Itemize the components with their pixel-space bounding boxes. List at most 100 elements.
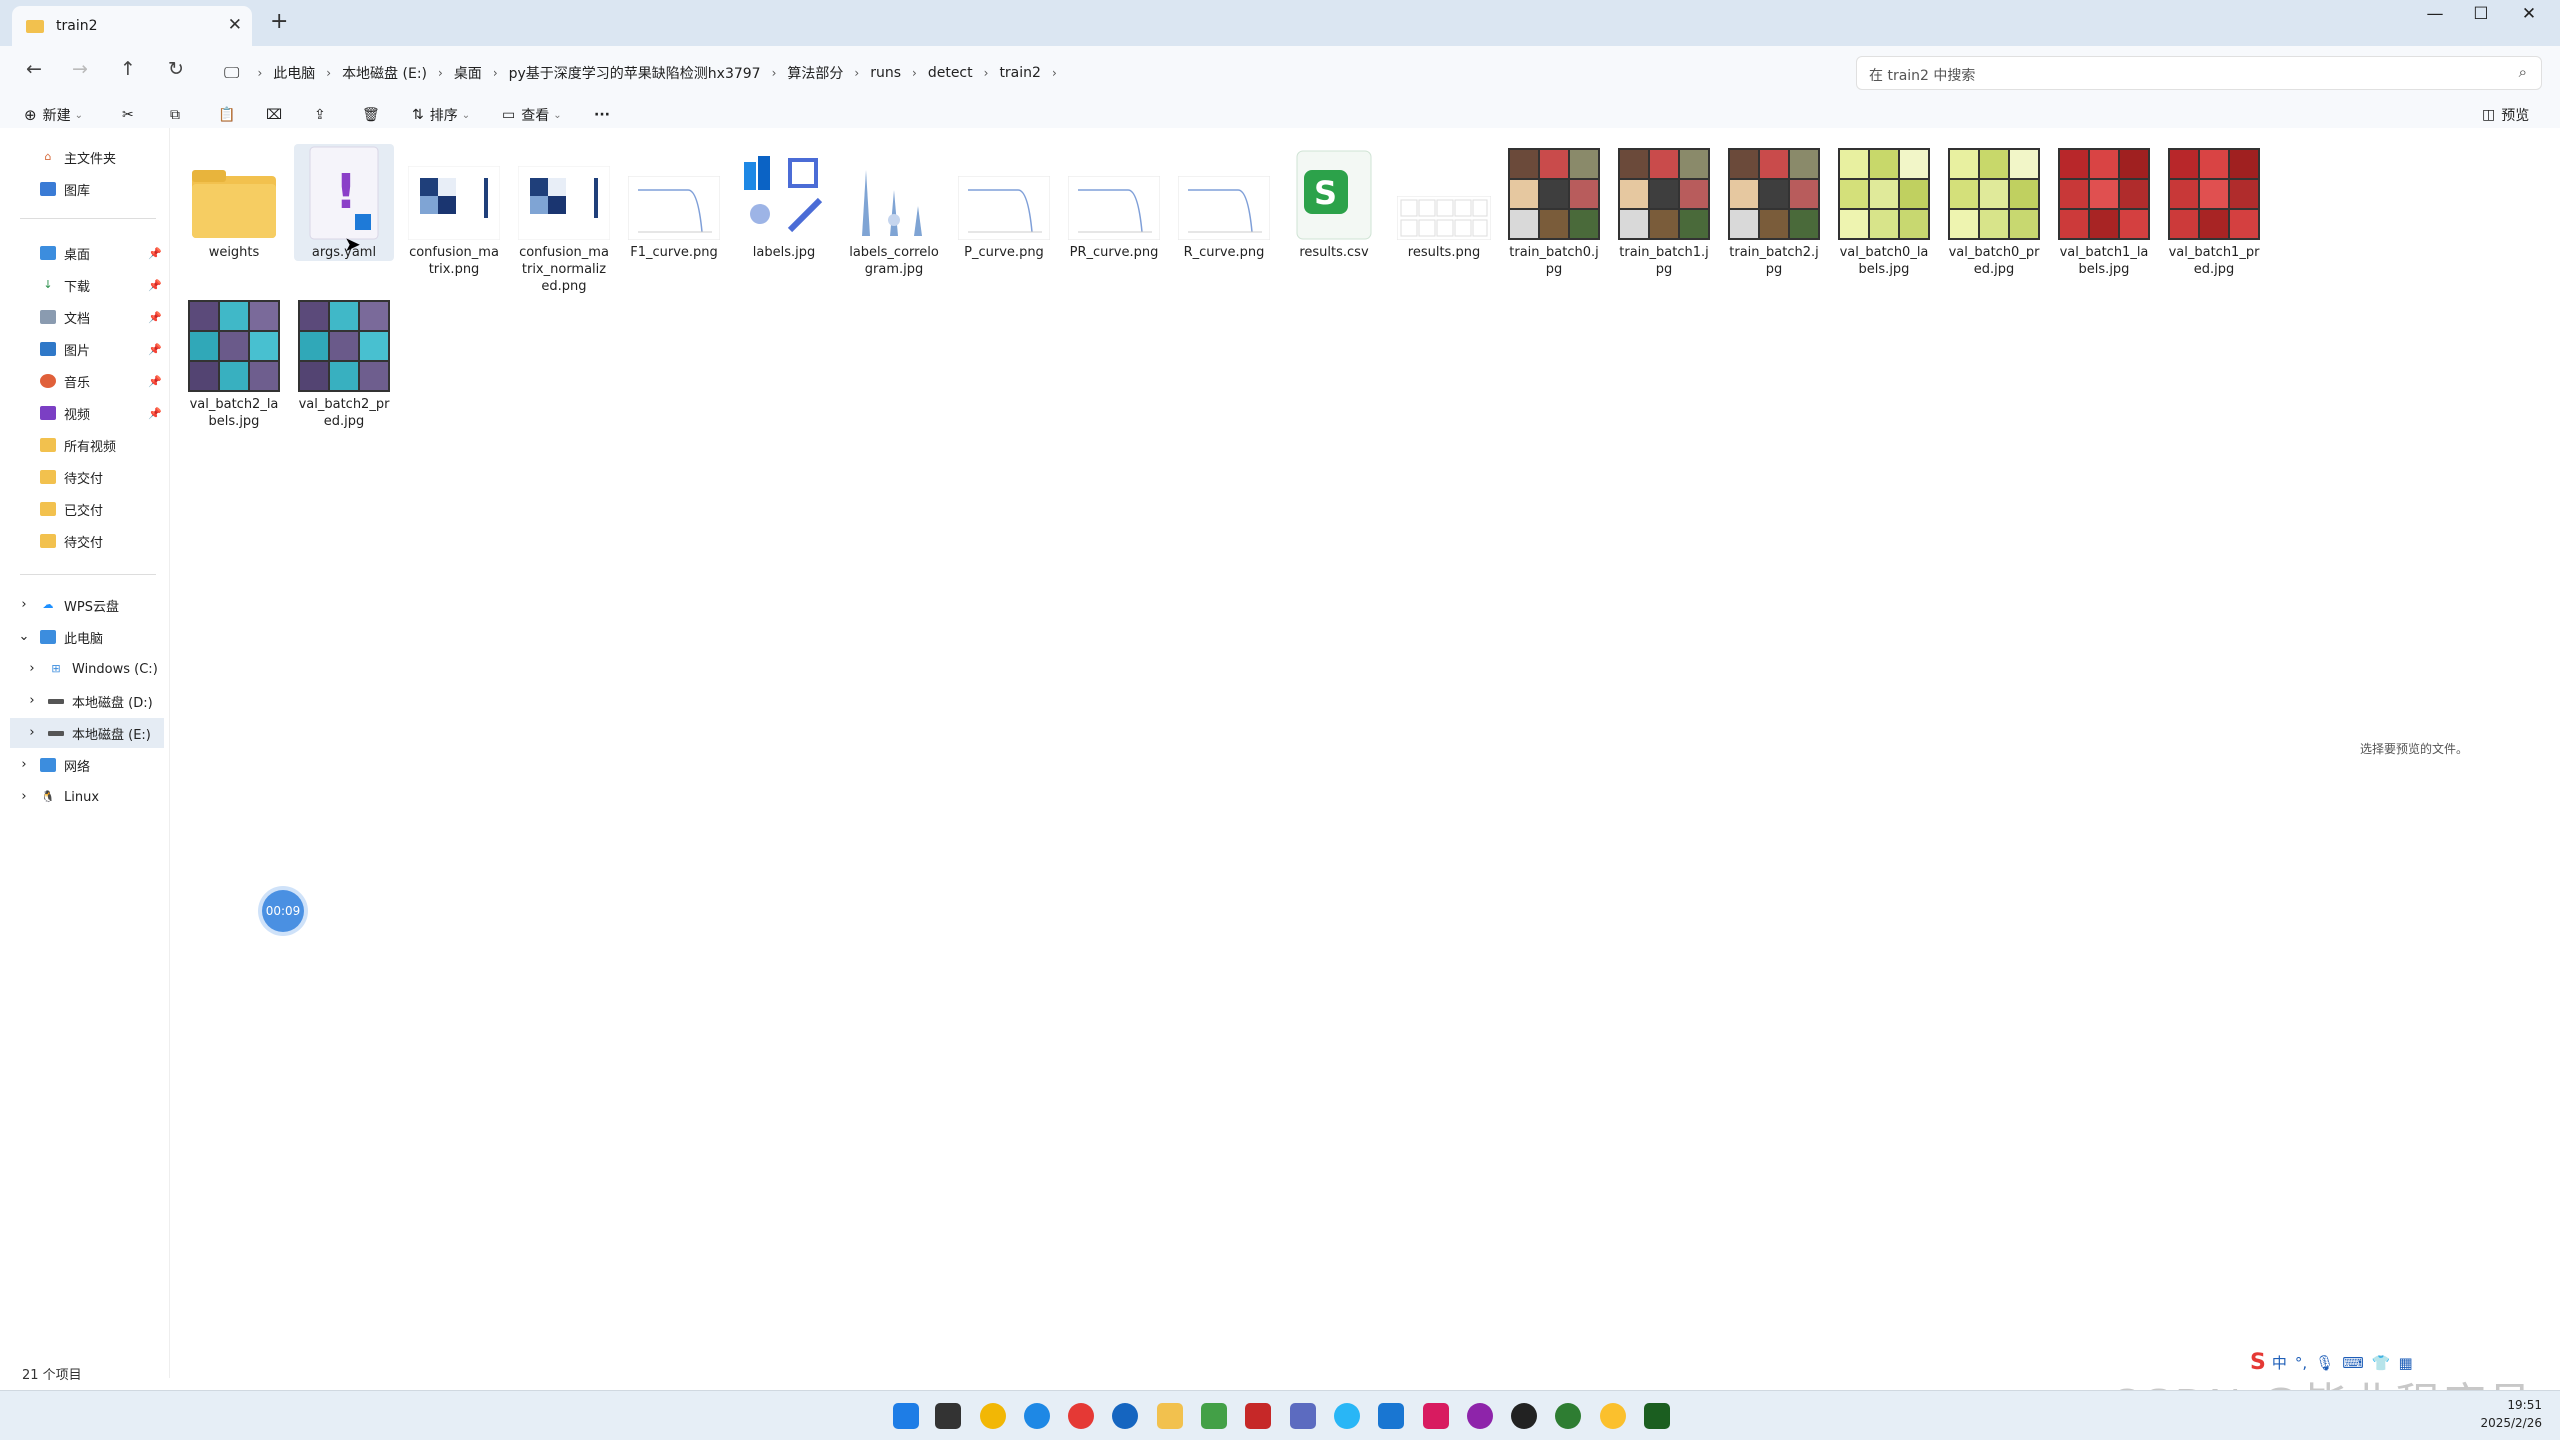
app-icon[interactable] [1555,1403,1581,1429]
sidebar-item-music[interactable]: 音乐 📌 [40,368,170,394]
pin-icon[interactable]: 📌 [148,407,162,420]
share-icon[interactable]: ⇪ [314,102,326,128]
file-item[interactable]: val_batch0_pred.jpg [1944,144,2044,278]
forward-arrow-icon[interactable]: → [72,58,88,80]
app-icon[interactable] [1290,1403,1316,1429]
crumb-desktop[interactable]: 桌面 [454,63,482,83]
file-item[interactable]: weights [184,144,284,261]
browser-icon[interactable] [1112,1403,1138,1429]
sidebar-item-all-videos[interactable]: 所有视频 [40,432,116,458]
chevron-right-icon[interactable]: › [18,598,30,612]
breadcrumb[interactable]: 🖵 › 此电脑 › 本地磁盘 (E:) › 桌面 › py基于深度学习的苹果缺陷… [214,56,1852,90]
app-icon[interactable] [1467,1403,1493,1429]
file-item[interactable]: val_batch1_labels.jpg [2054,144,2154,278]
chevron-right-icon[interactable]: › [26,662,38,676]
tab-train2[interactable]: train2 ✕ [12,6,252,46]
file-item[interactable]: F1_curve.png [624,144,724,261]
delete-icon[interactable]: 🗑 [362,102,380,128]
pin-icon[interactable]: 📌 [148,247,162,260]
file-item[interactable]: PR_curve.png [1064,144,1164,261]
file-item[interactable]: train_batch1.jpg [1614,144,1714,278]
sidebar-item-delivered[interactable]: 已交付 [40,496,103,522]
sidebar-item-drive-e[interactable]: › 本地磁盘 (E:) [26,720,150,746]
app-icon[interactable] [1600,1403,1626,1429]
sidebar-item-linux[interactable]: › 🐧 Linux [18,784,99,810]
new-tab-button[interactable]: + [270,9,288,34]
sidebar-item-drive-d[interactable]: › 本地磁盘 (D:) [26,688,152,714]
sidebar-item-videos[interactable]: 视频 📌 [40,400,170,426]
cut-icon[interactable]: ✂ [122,102,134,128]
recorder-timer[interactable]: 00:09 [262,890,304,932]
rename-icon[interactable]: ⌧ [266,102,282,128]
sidebar-item-pending-2[interactable]: 待交付 [40,528,103,554]
file-item[interactable]: train_batch0.jpg [1504,144,1604,278]
wechat-icon[interactable] [1201,1403,1227,1429]
minimize-button[interactable]: — [2420,4,2450,24]
file-item[interactable]: results.png [1394,144,1494,261]
crumb-this-pc[interactable]: 此电脑 [273,63,315,83]
back-arrow-icon[interactable]: ← [26,58,42,80]
file-item[interactable]: val_batch2_labels.jpg [184,296,284,430]
more-options-button[interactable]: ··· [594,102,610,128]
sidebar-item-this-pc[interactable]: ⌄ 此电脑 [18,624,103,650]
sidebar-item-home[interactable]: ⌂ 主文件夹 [40,144,117,170]
close-window-button[interactable]: ✕ [2514,4,2544,24]
app-icon[interactable] [1334,1403,1360,1429]
start-windows-icon[interactable] [893,1403,919,1429]
up-arrow-icon[interactable]: ↑ [120,58,136,80]
file-explorer-icon[interactable] [1157,1403,1183,1429]
file-item[interactable]: Sresults.csv [1284,144,1384,261]
chrome-browser-icon[interactable] [1068,1403,1094,1429]
sidebar-item-pictures[interactable]: 图片 📌 [40,336,170,362]
chevron-right-icon[interactable]: › [26,726,38,740]
search-box[interactable]: 在 train2 中搜索 ⌕ [1856,56,2542,90]
sidebar-item-gallery[interactable]: 图库 [40,176,90,202]
crumb-drive-e[interactable]: 本地磁盘 (E:) [342,63,427,83]
pycharm-icon[interactable] [1644,1403,1670,1429]
file-item[interactable]: confusion_matrix_normalized.png [514,144,614,295]
task-view-icon[interactable] [935,1403,961,1429]
tab-close-icon[interactable]: ✕ [228,15,242,35]
sidebar-item-desktop[interactable]: 桌面 📌 [40,240,170,266]
sidebar-item-downloads[interactable]: ↓ 下载 📌 [40,272,170,298]
sort-button[interactable]: ⇅ 排序 ⌄ [412,102,470,128]
pin-icon[interactable]: 📌 [148,375,162,388]
chevron-down-icon[interactable]: ⌄ [18,630,30,644]
computer-icon[interactable]: 🖵 [224,63,239,83]
sidebar-item-wps-cloud[interactable]: › ☁ WPS云盘 [18,592,119,618]
preview-pane-button[interactable]: ◫ 预览 [2482,102,2529,128]
sidebar-item-network[interactable]: › 网络 [18,752,90,778]
system-tray-clock[interactable]: 19:51 2025/2/26 [2480,1396,2542,1432]
app-icon[interactable] [1423,1403,1449,1429]
chevron-right-icon[interactable]: › [18,790,30,804]
crumb-detect[interactable]: detect [928,65,973,81]
security-shield-icon[interactable] [980,1403,1006,1429]
chevron-right-icon[interactable]: › [26,694,38,708]
chevron-right-icon[interactable]: › [18,758,30,772]
file-item[interactable]: val_batch0_labels.jpg [1834,144,1934,278]
crumb-train2[interactable]: train2 [999,65,1041,81]
copy-icon[interactable]: ⧉ [170,102,180,128]
sidebar-item-documents[interactable]: 文档 📌 [40,304,170,330]
pin-icon[interactable]: 📌 [148,343,162,356]
pin-icon[interactable]: 📌 [148,279,162,292]
file-item[interactable]: train_batch2.jpg [1724,144,1824,278]
refresh-icon[interactable]: ↻ [168,58,184,80]
sidebar-item-drive-c[interactable]: › ⊞ Windows (C:) [26,656,157,682]
file-item[interactable]: labels.jpg [734,144,834,261]
file-item[interactable]: P_curve.png [954,144,1054,261]
paste-icon[interactable]: 📋 [218,102,235,128]
pin-icon[interactable]: 📌 [148,311,162,324]
file-item[interactable]: val_batch1_pred.jpg [2164,144,2264,278]
maximize-button[interactable]: ☐ [2466,4,2496,24]
crumb-algorithm[interactable]: 算法部分 [787,63,843,83]
search-icon[interactable]: ⌕ [2519,63,2527,81]
sidebar-item-pending[interactable]: 待交付 [40,464,103,490]
crumb-runs[interactable]: runs [870,65,901,81]
vscode-icon[interactable] [1378,1403,1404,1429]
crumb-project[interactable]: py基于深度学习的苹果缺陷检测hx3797 [509,63,761,83]
view-button[interactable]: ▭ 查看 ⌄ [502,102,562,128]
app-icon[interactable] [1245,1403,1271,1429]
file-item[interactable]: R_curve.png [1174,144,1274,261]
file-item[interactable]: labels_correlogram.jpg [844,144,944,278]
